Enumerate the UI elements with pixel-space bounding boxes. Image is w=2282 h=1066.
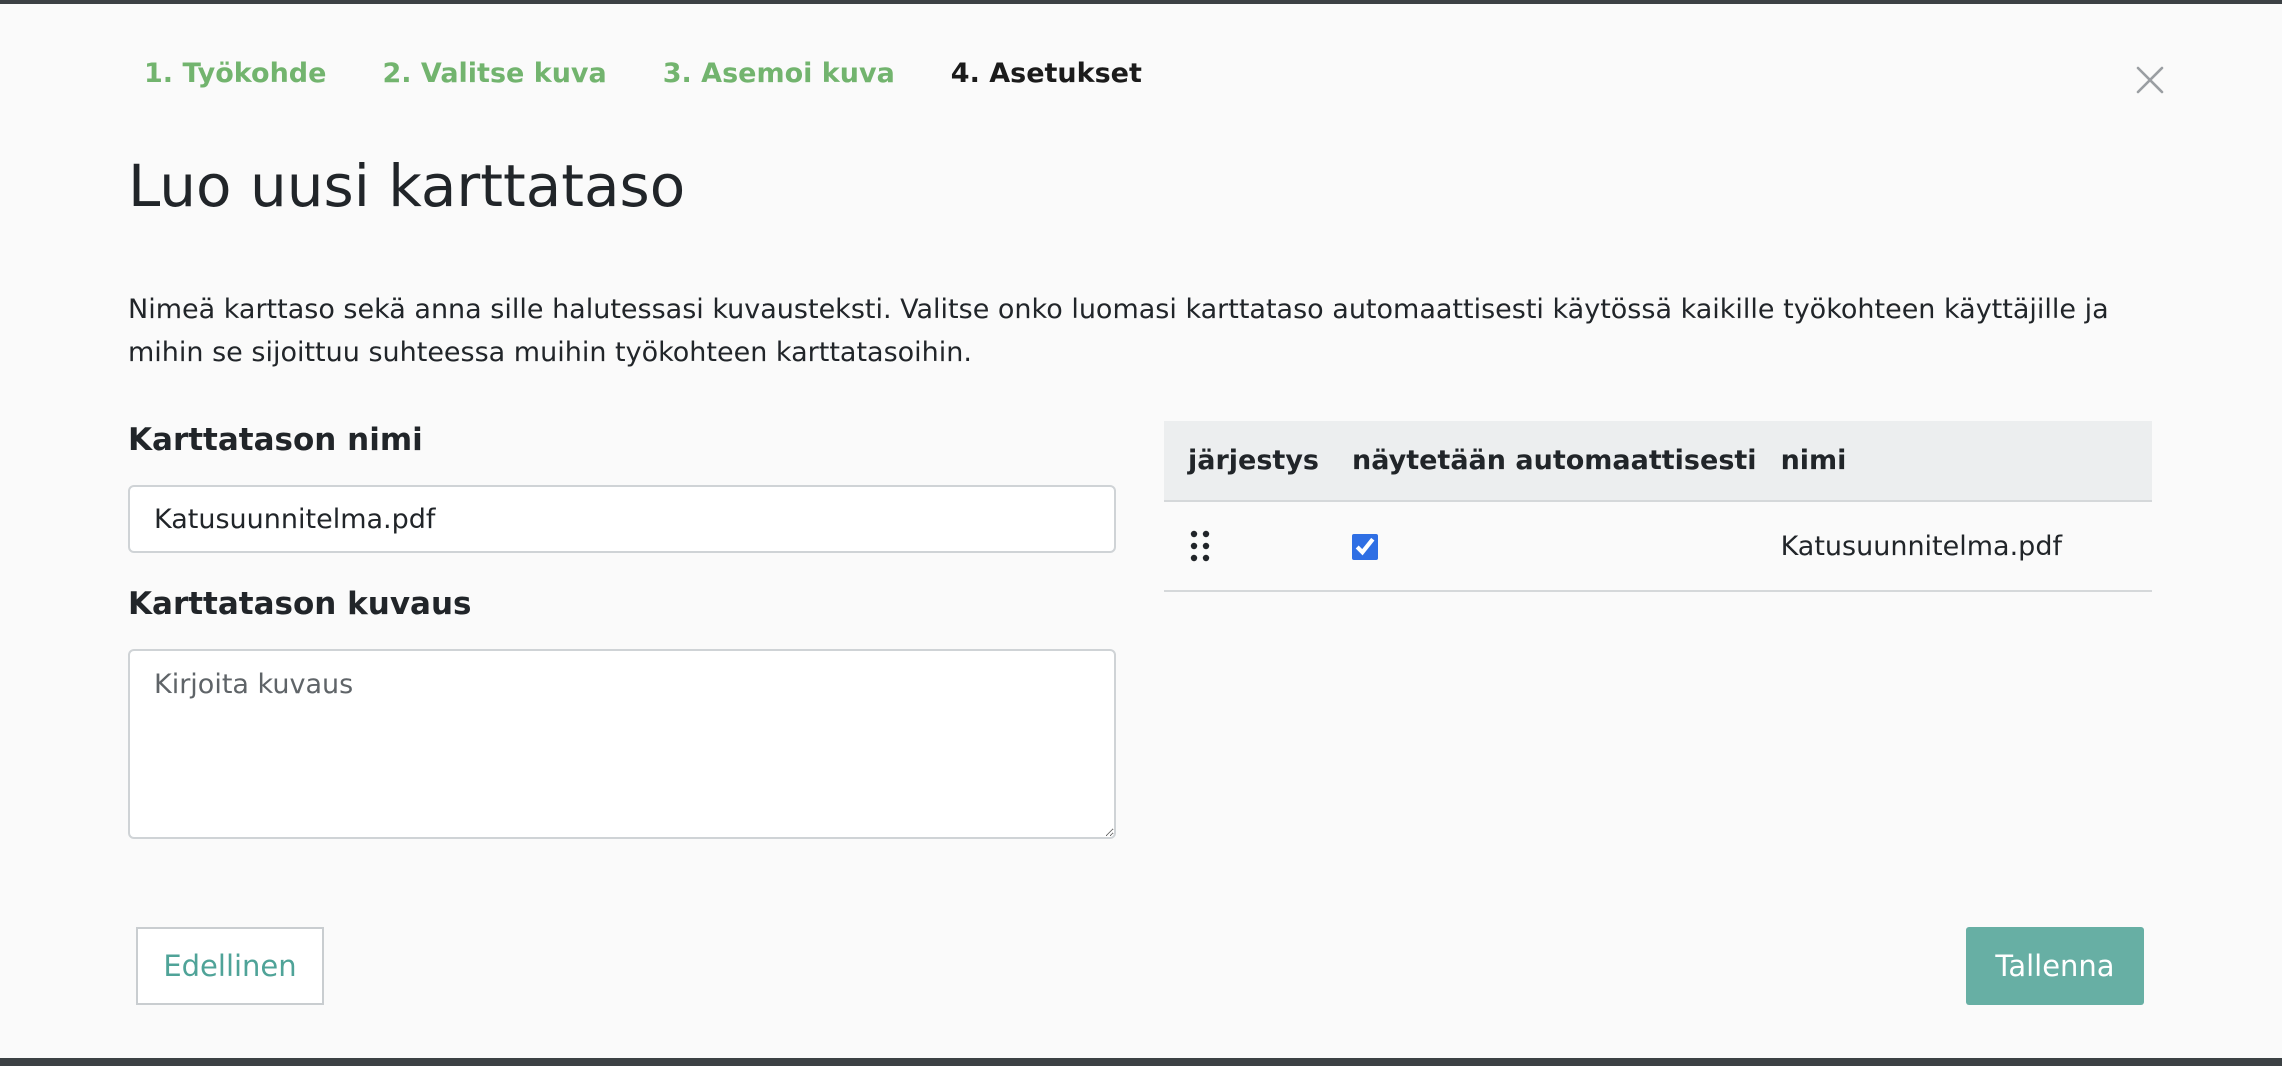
close-button[interactable] [2132, 62, 2168, 98]
auto-show-checkbox[interactable] [1352, 534, 1378, 560]
layer-name-input[interactable] [128, 485, 1116, 553]
auto-show-cell [1328, 501, 1757, 592]
wizard-step-position-image[interactable]: 3. Asemoi kuva [663, 58, 895, 89]
drag-handle-icon[interactable] [1188, 529, 1212, 563]
layer-description-label: Karttatason kuvaus [128, 586, 472, 622]
wizard-step-work-site[interactable]: 1. Työkohde [144, 58, 326, 89]
order-cell [1164, 501, 1328, 592]
previous-button[interactable]: Edellinen [136, 927, 324, 1005]
save-button[interactable]: Tallenna [1966, 927, 2144, 1005]
close-icon [2136, 66, 2164, 94]
wizard-step-select-image[interactable]: 2. Valitse kuva [382, 58, 606, 89]
column-header-order: järjestys [1164, 421, 1328, 502]
column-header-name: nimi [1756, 421, 2152, 502]
table-header-row: järjestys näytetään automaattisesti nimi [1164, 421, 2152, 502]
table-row: Katusuunnitelma.pdf [1164, 501, 2152, 592]
wizard-steps: 1. Työkohde 2. Valitse kuva 3. Asemoi ku… [144, 58, 1198, 89]
create-map-layer-dialog: 1. Työkohde 2. Valitse kuva 3. Asemoi ku… [0, 4, 2282, 1058]
layer-order-table: järjestys näytetään automaattisesti nimi [1164, 421, 2152, 592]
intro-text: Nimeä karttaso sekä anna sille halutessa… [128, 294, 2109, 368]
page-title: Luo uusi karttataso [128, 152, 686, 220]
layer-name-cell: Katusuunnitelma.pdf [1756, 501, 2152, 592]
wizard-step-settings[interactable]: 4. Asetukset [951, 58, 1142, 89]
layer-description-textarea[interactable] [128, 649, 1116, 839]
layer-name-label: Karttatason nimi [128, 422, 423, 458]
column-header-auto-show: näytetään automaattisesti [1328, 421, 1757, 502]
